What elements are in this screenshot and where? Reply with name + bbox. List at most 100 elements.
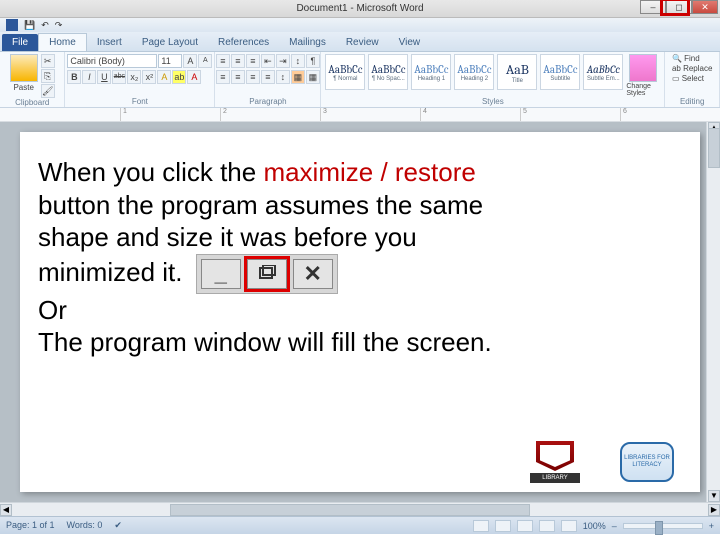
status-words[interactable]: Words: 0	[67, 520, 103, 531]
copy-button[interactable]: ⎘	[41, 69, 55, 83]
zoom-slider[interactable]	[623, 523, 703, 529]
format-painter-button[interactable]: 🖌	[41, 84, 55, 98]
strike-button[interactable]: abc	[112, 70, 126, 84]
scroll-left-arrow-icon[interactable]: ◀	[0, 504, 12, 516]
word-app-icon	[6, 19, 18, 31]
superscript-button[interactable]: x²	[142, 70, 156, 84]
slide-text: When you click the maximize / restore bu…	[38, 156, 682, 359]
group-clipboard: Paste ✂ ⎘ 🖌 Clipboard	[0, 52, 65, 107]
shrink-font-button[interactable]: A	[198, 54, 212, 68]
decrease-indent-button[interactable]: ⇤	[261, 54, 275, 68]
tab-references[interactable]: References	[208, 34, 279, 51]
replace-button[interactable]: ab Replace	[672, 64, 712, 73]
view-outline-button[interactable]	[539, 520, 555, 532]
style-subtitle[interactable]: AaBbCcSubtitle	[540, 54, 580, 90]
close-button[interactable]: ✕	[692, 0, 718, 14]
italic-button[interactable]: I	[82, 70, 96, 84]
libraries-for-literacy-logo: LIBRARIES FOR LITERACY	[612, 436, 682, 488]
window-controls: – ◻ ✕	[640, 0, 718, 16]
group-editing: 🔍 Find ab Replace ▭ Select Editing	[665, 52, 720, 107]
find-button[interactable]: 🔍 Find	[672, 54, 700, 63]
view-draft-button[interactable]	[561, 520, 577, 532]
underline-button[interactable]: U	[97, 70, 111, 84]
increase-indent-button[interactable]: ⇥	[276, 54, 290, 68]
grow-font-button[interactable]: A	[183, 54, 197, 68]
line-spacing-button[interactable]: ↕	[276, 70, 290, 84]
style-normal[interactable]: AaBbCc¶ Normal	[325, 54, 365, 90]
zoom-out-button[interactable]: –	[612, 521, 617, 531]
tab-page-layout[interactable]: Page Layout	[132, 34, 208, 51]
vertical-scroll-thumb[interactable]	[708, 128, 720, 168]
ribbon: Paste ✂ ⎘ 🖌 Clipboard Calibri (Body) 11 …	[0, 52, 720, 108]
horizontal-scroll-thumb[interactable]	[170, 504, 530, 516]
borders-button[interactable]: ▦	[306, 70, 320, 84]
vertical-scrollbar[interactable]: ▲ ▼	[706, 122, 720, 502]
group-paragraph: ≡ ≡ ≡ ⇤ ⇥ ↕ ¶ ≡ ≡ ≡ ≡ ↕ ▦ ▦ Paragraph	[215, 52, 321, 107]
minimize-button[interactable]: –	[640, 0, 666, 14]
text-maximize-restore: maximize / restore	[263, 157, 475, 187]
change-styles-button[interactable]: Change Styles	[626, 54, 660, 97]
window-buttons-illustration: _ ✕	[196, 254, 338, 294]
zoom-in-button[interactable]: +	[709, 521, 714, 531]
tab-mailings[interactable]: Mailings	[279, 34, 336, 51]
document-page[interactable]: When you click the maximize / restore bu…	[20, 132, 700, 492]
show-marks-button[interactable]: ¶	[306, 54, 320, 68]
sort-button[interactable]: ↕	[291, 54, 305, 68]
justify-button[interactable]: ≡	[261, 70, 275, 84]
qat-save-icon[interactable]: 💾	[24, 20, 35, 31]
group-font: Calibri (Body) 11 A A B I U abc x₂ x² A …	[65, 52, 215, 107]
status-spell-icon[interactable]: ✔	[114, 520, 122, 531]
quick-access-toolbar: 💾 ↶ ↷	[0, 18, 720, 32]
status-page[interactable]: Page: 1 of 1	[6, 520, 55, 531]
footer-logos: LIBRARY ARCHIVES LIBRARIES FOR LITERACY	[520, 436, 682, 488]
shading-button[interactable]: ▦	[291, 70, 305, 84]
style-heading2[interactable]: AaBbCcHeading 2	[454, 54, 494, 90]
status-bar: Page: 1 of 1 Words: 0 ✔ 100% – +	[0, 516, 720, 534]
scroll-right-arrow-icon[interactable]: ▶	[708, 504, 720, 516]
font-color-button[interactable]: A	[187, 70, 201, 84]
group-label-clipboard: Clipboard	[15, 98, 49, 108]
scroll-down-arrow-icon[interactable]: ▼	[708, 490, 720, 502]
bold-button[interactable]: B	[67, 70, 81, 84]
select-button[interactable]: ▭ Select	[672, 74, 704, 83]
style-heading1[interactable]: AaBbCcHeading 1	[411, 54, 451, 90]
view-print-layout-button[interactable]	[473, 520, 489, 532]
group-styles: AaBbCc¶ Normal AaBbCc¶ No Spac... AaBbCc…	[321, 52, 665, 107]
align-left-button[interactable]: ≡	[216, 70, 230, 84]
subscript-button[interactable]: x₂	[127, 70, 141, 84]
zoom-percent[interactable]: 100%	[583, 521, 606, 531]
paste-label: Paste	[13, 83, 33, 92]
tab-view[interactable]: View	[389, 34, 431, 51]
group-label-font: Font	[132, 97, 148, 107]
ribbon-tabs: File Home Insert Page Layout References …	[0, 32, 720, 52]
horizontal-scrollbar[interactable]: ◀ ▶	[0, 502, 720, 516]
horizontal-ruler[interactable]: 1 2 3 4 5 6	[0, 108, 720, 122]
change-styles-icon	[629, 54, 657, 82]
text-effects-button[interactable]: A	[157, 70, 171, 84]
tab-insert[interactable]: Insert	[87, 34, 132, 51]
view-full-screen-button[interactable]	[495, 520, 511, 532]
multilevel-button[interactable]: ≡	[246, 54, 260, 68]
numbering-button[interactable]: ≡	[231, 54, 245, 68]
qat-redo-icon[interactable]: ↷	[55, 20, 63, 31]
align-center-button[interactable]: ≡	[231, 70, 245, 84]
highlight-button[interactable]: ab	[172, 70, 186, 84]
cut-button[interactable]: ✂	[41, 54, 55, 68]
maximize-button[interactable]: ◻	[666, 0, 692, 14]
style-subtle-em[interactable]: AaBbCcSubtle Em...	[583, 54, 623, 90]
group-label-paragraph: Paragraph	[249, 97, 286, 107]
paste-button[interactable]: Paste	[10, 54, 38, 92]
tab-file[interactable]: File	[2, 34, 38, 51]
view-web-layout-button[interactable]	[517, 520, 533, 532]
font-size-select[interactable]: 11	[158, 54, 182, 68]
style-title[interactable]: AaBTitle	[497, 54, 537, 90]
title-bar: Document1 - Microsoft Word – ◻ ✕	[0, 0, 720, 18]
tab-review[interactable]: Review	[336, 34, 389, 51]
tab-home[interactable]: Home	[38, 33, 87, 51]
style-no-spacing[interactable]: AaBbCc¶ No Spac...	[368, 54, 408, 90]
bullets-button[interactable]: ≡	[216, 54, 230, 68]
qat-undo-icon[interactable]: ↶	[41, 20, 49, 31]
illus-close-icon: ✕	[293, 259, 333, 289]
align-right-button[interactable]: ≡	[246, 70, 260, 84]
font-name-select[interactable]: Calibri (Body)	[67, 54, 157, 68]
